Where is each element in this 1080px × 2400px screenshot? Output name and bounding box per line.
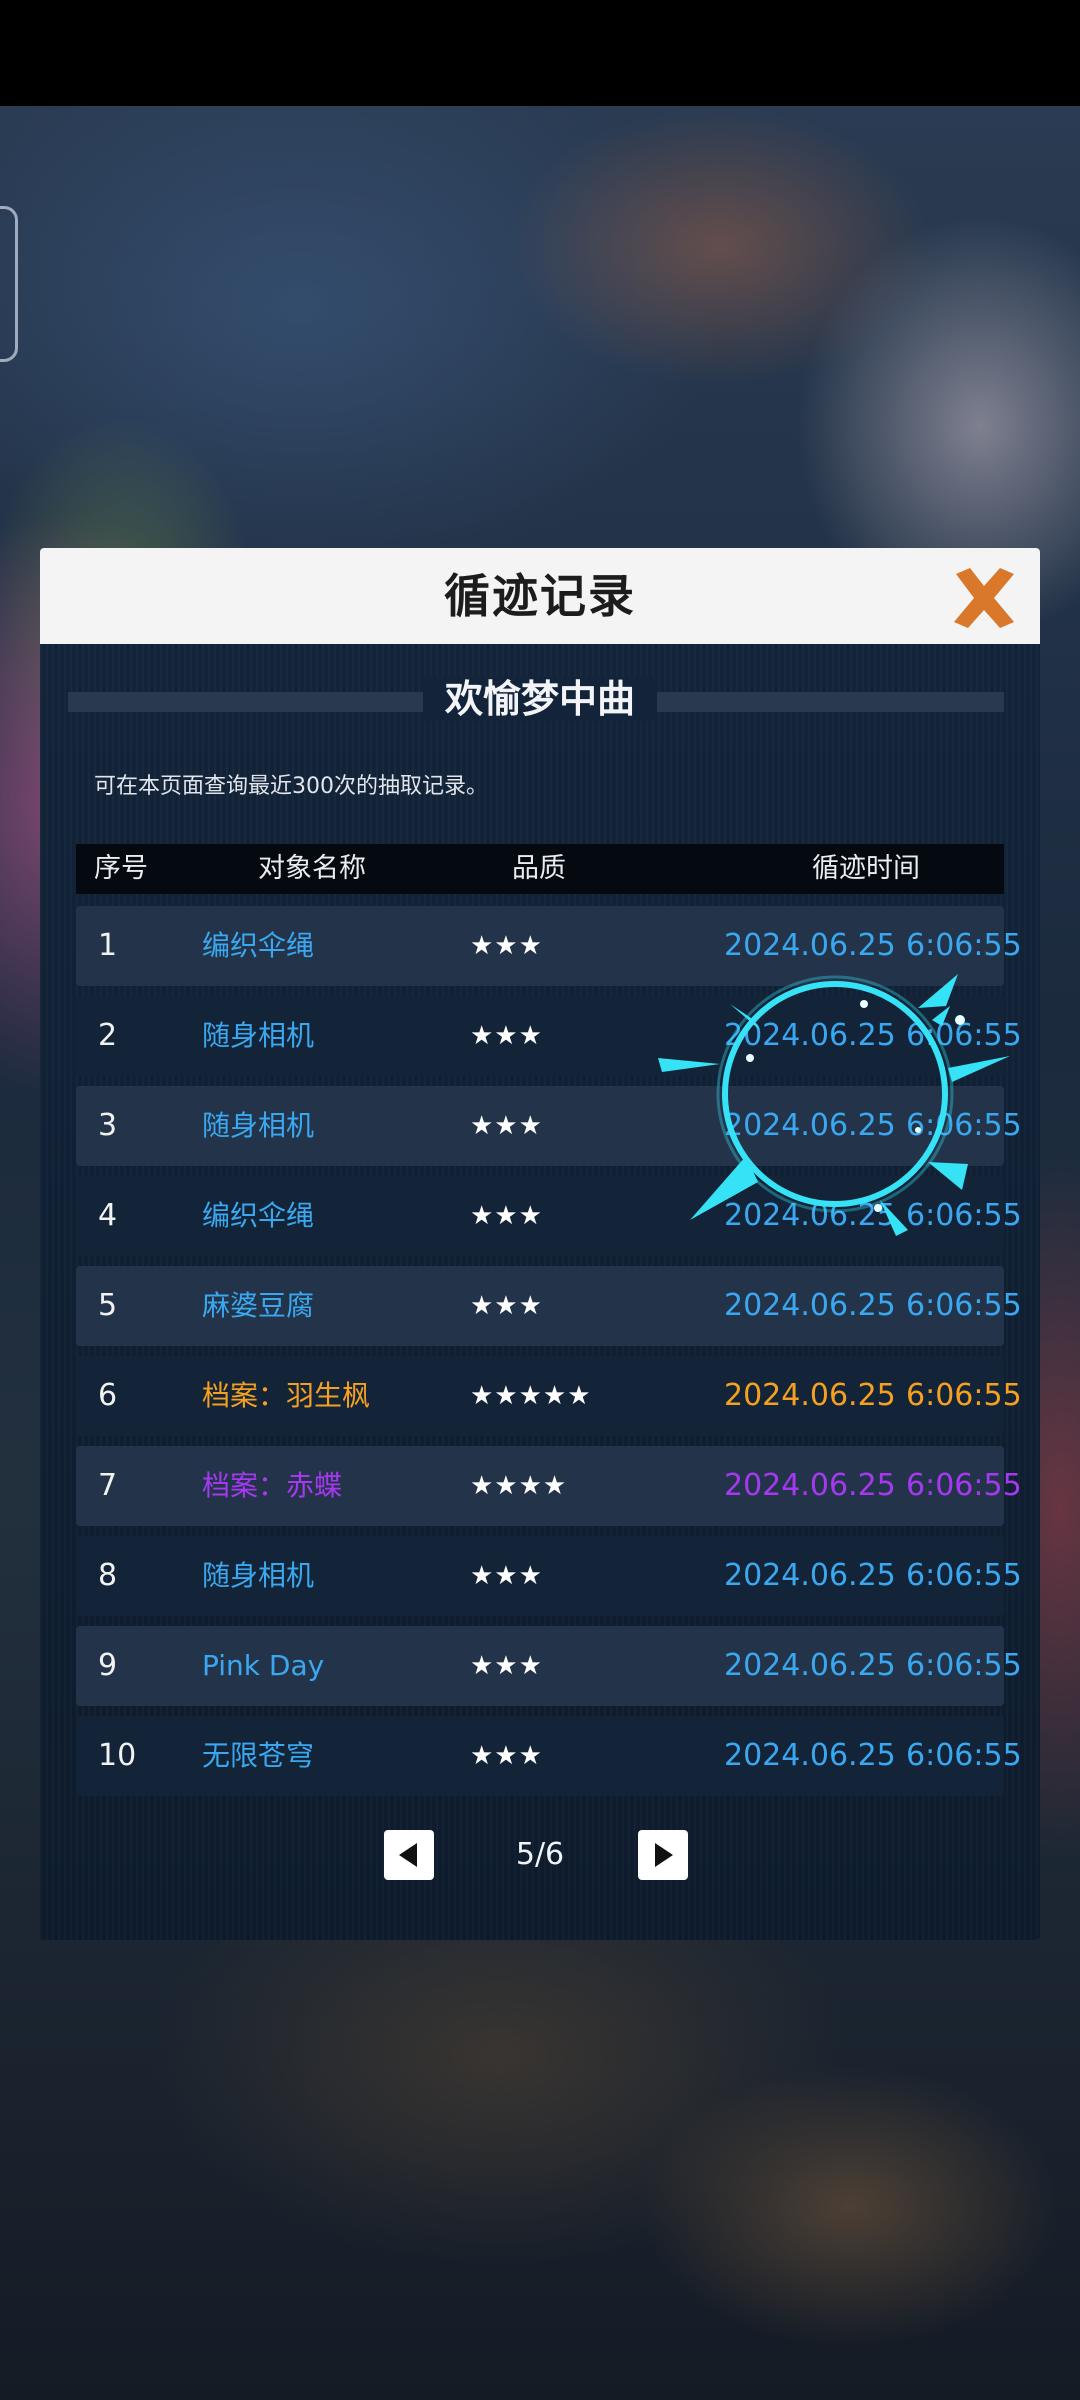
dialog-title: 循迹记录	[444, 569, 636, 623]
row-index: 8	[98, 1558, 118, 1593]
header-index: 序号	[94, 853, 148, 884]
row-index: 6	[98, 1378, 118, 1413]
pull-date: 2024.06.25	[724, 928, 896, 963]
pull-time: 6:06:55	[906, 1468, 1022, 1503]
row-index: 4	[98, 1198, 118, 1233]
quality-stars: ★★★	[470, 1291, 543, 1321]
item-name: 编织伞绳	[202, 1199, 315, 1232]
pull-date: 2024.06.25	[724, 1558, 896, 1593]
quality-stars: ★★★	[470, 931, 543, 961]
row-index: 9	[98, 1648, 118, 1683]
close-button[interactable]	[950, 564, 1018, 632]
table-row: 10 无限苍穹 ★★★ 2024.06.25 6:06:55	[76, 1716, 1022, 1796]
pull-time: 6:06:55	[906, 1108, 1022, 1143]
pull-time: 6:06:55	[906, 1288, 1022, 1323]
header-quality: 品质	[512, 853, 566, 884]
next-page-button[interactable]	[638, 1830, 688, 1880]
quality-stars: ★★★	[470, 1741, 543, 1771]
pull-date: 2024.06.25	[724, 1108, 896, 1143]
table-row: 2 随身相机 ★★★ 2024.06.25 6:06:55	[76, 996, 1022, 1076]
pull-date: 2024.06.25	[724, 1738, 896, 1773]
pull-time: 6:06:55	[906, 1198, 1022, 1233]
dialog-body: 欢愉梦中曲 可在本页面查询最近300次的抽取记录。 序号 对象名称 品质 循迹时…	[40, 644, 1040, 1940]
prev-page-button[interactable]	[384, 1830, 434, 1880]
pull-time: 6:06:55	[906, 1558, 1022, 1593]
header-name: 对象名称	[258, 853, 366, 884]
header-time: 循迹时间	[812, 853, 920, 884]
item-name: 随身相机	[202, 1559, 315, 1592]
table-row: 3 随身相机 ★★★ 2024.06.25 6:06:55	[76, 1086, 1022, 1166]
item-name: 档案：羽生枫	[202, 1379, 371, 1412]
item-name: Pink Day	[202, 1649, 325, 1682]
table-row: 4 编织伞绳 ★★★ 2024.06.25 6:06:55	[76, 1176, 1022, 1256]
gacha-history-dialog: 循迹记录 欢愉梦中曲 可在本页面查询最近300次的抽取记录。 序号 对象名称 品…	[40, 548, 1040, 1940]
table-row: 8 随身相机 ★★★ 2024.06.25 6:06:55	[76, 1536, 1022, 1616]
quality-stars: ★★★	[470, 1651, 543, 1681]
page-indicator: 5/6	[515, 1837, 565, 1872]
pull-date: 2024.06.25	[724, 1198, 896, 1233]
table-header: 序号 对象名称 品质 循迹时间	[76, 844, 1004, 894]
pagination: 5/6	[40, 1830, 1040, 1880]
status-bar	[0, 0, 1080, 106]
item-name: 随身相机	[202, 1109, 315, 1142]
row-index: 10	[98, 1738, 137, 1773]
pull-time: 6:06:55	[906, 1378, 1022, 1413]
table-row: 9 Pink Day ★★★ 2024.06.25 6:06:55	[76, 1626, 1022, 1706]
row-index: 1	[98, 928, 118, 963]
pool-name: 欢愉梦中曲	[422, 677, 657, 721]
pull-date: 2024.06.25	[724, 1018, 896, 1053]
quality-stars: ★★★★	[470, 1471, 568, 1501]
hud-frame	[0, 206, 18, 362]
triangle-right-icon	[655, 1843, 673, 1867]
table-row: 1 编织伞绳 ★★★ 2024.06.25 6:06:55	[76, 906, 1022, 986]
pull-time: 6:06:55	[906, 1648, 1022, 1683]
item-name: 编织伞绳	[202, 929, 315, 962]
item-name: 档案：赤蝶	[202, 1469, 343, 1502]
row-index: 7	[98, 1468, 118, 1503]
record-notice: 可在本页面查询最近300次的抽取记录。	[94, 774, 488, 799]
item-name: 无限苍穹	[202, 1739, 315, 1772]
quality-stars: ★★★	[470, 1021, 543, 1051]
row-index: 3	[98, 1108, 118, 1143]
table-row: 7 档案：赤蝶 ★★★★ 2024.06.25 6:06:55	[76, 1446, 1022, 1526]
pull-date: 2024.06.25	[724, 1288, 896, 1323]
row-index: 5	[98, 1288, 118, 1323]
item-name: 麻婆豆腐	[202, 1289, 315, 1322]
quality-stars: ★★★	[470, 1111, 543, 1141]
pull-date: 2024.06.25	[724, 1468, 896, 1503]
pull-date: 2024.06.25	[724, 1648, 896, 1683]
dialog-header: 循迹记录	[40, 548, 1040, 644]
quality-stars: ★★★★★	[470, 1381, 592, 1411]
table-row: 6 档案：羽生枫 ★★★★★ 2024.06.25 6:06:55	[76, 1356, 1022, 1436]
quality-stars: ★★★	[470, 1561, 543, 1591]
pull-time: 6:06:55	[906, 928, 1022, 963]
item-name: 随身相机	[202, 1019, 315, 1052]
table-row: 5 麻婆豆腐 ★★★ 2024.06.25 6:06:55	[76, 1266, 1022, 1346]
quality-stars: ★★★	[470, 1201, 543, 1231]
close-x-icon	[954, 568, 1014, 628]
triangle-left-icon	[399, 1843, 417, 1867]
pull-time: 6:06:55	[906, 1738, 1022, 1773]
pull-time: 6:06:55	[906, 1018, 1022, 1053]
row-index: 2	[98, 1018, 118, 1053]
pull-date: 2024.06.25	[724, 1378, 896, 1413]
